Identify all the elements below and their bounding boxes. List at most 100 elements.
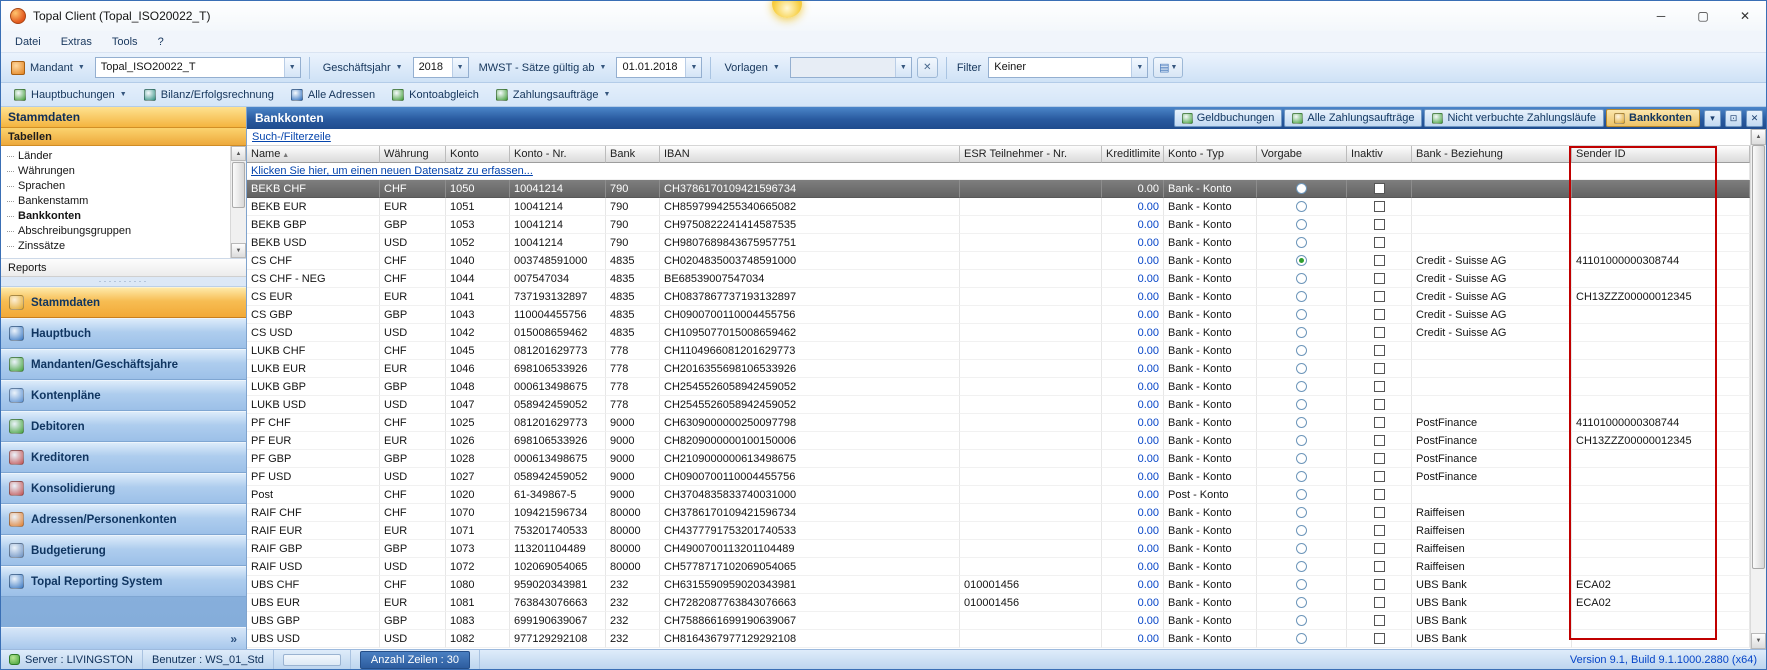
- nav-adressen-personenkonten[interactable]: Adressen/Personenkonten: [1, 504, 246, 535]
- filter-combobox[interactable]: Keiner ▼: [988, 57, 1149, 78]
- bank-account-row[interactable]: RAIF CHF CHF 1070 109421596734 80000 CH378617…: [247, 504, 1750, 522]
- bank-account-row[interactable]: BEKB CHF CHF 1050 10041214 790 CH378617010942…: [247, 180, 1750, 198]
- bank-account-row[interactable]: UBS GBP GBP 1083 699190639067 232 CH758866169…: [247, 612, 1750, 630]
- vorlagen-dropdown-button[interactable]: Vorlagen ▼: [719, 59, 784, 77]
- inactive-checkbox[interactable]: [1373, 218, 1385, 230]
- scroll-track[interactable]: [1751, 569, 1766, 633]
- bank-account-row[interactable]: BEKB EUR EUR 1051 10041214 790 CH859799425534…: [247, 198, 1750, 216]
- scroll-down-icon[interactable]: ▼: [1751, 633, 1766, 649]
- scroll-track[interactable]: [231, 209, 246, 243]
- mandant-dropdown-button[interactable]: Mandant ▼: [6, 58, 90, 78]
- default-radio[interactable]: [1296, 632, 1307, 644]
- tab-nicht-verbuchte-zahlungslaeufe[interactable]: Nicht verbuchte Zahlungsläufe: [1424, 109, 1605, 127]
- bank-account-row[interactable]: PF GBP GBP 1028 000613498675 9000 CH210900000…: [247, 450, 1750, 468]
- default-radio[interactable]: [1296, 290, 1307, 302]
- tab-geldbuchungen[interactable]: Geldbuchungen: [1173, 109, 1283, 127]
- column-header-bank-beziehung[interactable]: Bank - Beziehung: [1412, 146, 1572, 163]
- bank-account-row[interactable]: PF USD USD 1027 058942459052 9000 CH090070011…: [247, 468, 1750, 486]
- quickbar-kontoabgleich[interactable]: Kontoabgleich: [385, 87, 486, 103]
- panel-close-button[interactable]: ✕: [1746, 109, 1763, 127]
- tree-item-bankenstamm[interactable]: Bankenstamm: [1, 194, 230, 209]
- bank-account-row[interactable]: PF EUR EUR 1026 698106533926 9000 CH820900000…: [247, 432, 1750, 450]
- column-header-esr-teilnehmer-nr[interactable]: ESR Teilnehmer - Nr.: [960, 146, 1102, 163]
- nav-konsolidierung[interactable]: Konsolidierung: [1, 473, 246, 504]
- tree-item-laender[interactable]: Länder: [1, 149, 230, 164]
- column-header-konto[interactable]: Konto: [446, 146, 510, 163]
- default-radio[interactable]: [1296, 416, 1307, 428]
- column-header-konto-nr[interactable]: Konto - Nr.: [510, 146, 606, 163]
- nav-topal-reporting-system[interactable]: Topal Reporting System: [1, 566, 246, 597]
- inactive-checkbox[interactable]: [1373, 506, 1385, 518]
- nav-debitoren[interactable]: Debitoren: [1, 411, 246, 442]
- inactive-checkbox[interactable]: [1373, 290, 1385, 302]
- geschaeftsjahr-combobox[interactable]: 2018 ▼: [412, 57, 469, 78]
- column-header-iban[interactable]: IBAN: [660, 146, 960, 163]
- default-radio[interactable]: [1296, 452, 1307, 464]
- inactive-checkbox[interactable]: [1373, 434, 1385, 446]
- inactive-checkbox[interactable]: [1373, 524, 1385, 536]
- close-button[interactable]: ✕: [1724, 1, 1766, 31]
- inactive-checkbox[interactable]: [1373, 254, 1385, 266]
- chevron-down-icon[interactable]: ▼: [1131, 58, 1148, 77]
- menu-item-help[interactable]: ?: [148, 33, 174, 51]
- default-radio[interactable]: [1296, 578, 1307, 590]
- inactive-checkbox[interactable]: [1373, 398, 1385, 410]
- inactive-checkbox[interactable]: [1373, 542, 1385, 554]
- bank-account-row[interactable]: LUKB USD USD 1047 058942459052 778 CH25455260…: [247, 396, 1750, 414]
- default-radio[interactable]: [1296, 308, 1307, 320]
- geschaeftsjahr-dropdown-button[interactable]: Geschäftsjahr ▼: [318, 59, 408, 77]
- menu-item-tools[interactable]: Tools: [102, 33, 148, 51]
- default-radio[interactable]: [1296, 380, 1307, 392]
- column-header-konto-typ[interactable]: Konto - Typ: [1164, 146, 1257, 163]
- column-header-waehrung[interactable]: Währung: [380, 146, 446, 163]
- nav-mandanten-geschaeftsjahre[interactable]: Mandanten/Geschäftsjahre: [1, 349, 246, 380]
- reports-section[interactable]: Reports: [1, 259, 246, 277]
- mwst-date-combobox[interactable]: 01.01.2018 ▼: [616, 57, 703, 78]
- tree-item-waehrungen[interactable]: Währungen: [1, 164, 230, 179]
- inactive-checkbox[interactable]: [1373, 578, 1385, 590]
- default-radio[interactable]: [1296, 362, 1307, 374]
- quickbar-alle-adressen[interactable]: Alle Adressen: [284, 87, 382, 103]
- bank-account-row[interactable]: LUKB EUR EUR 1046 698106533926 778 CH20163556…: [247, 360, 1750, 378]
- default-radio[interactable]: [1296, 254, 1307, 266]
- default-radio[interactable]: [1296, 488, 1307, 500]
- scroll-up-icon[interactable]: ▲: [231, 146, 246, 161]
- bank-account-row[interactable]: CS CHF - NEG CHF 1044 007547034 4835 BE685390…: [247, 270, 1750, 288]
- inactive-checkbox[interactable]: [1373, 632, 1385, 644]
- minimize-button[interactable]: ─: [1640, 1, 1682, 31]
- column-header-inaktiv[interactable]: Inaktiv: [1347, 146, 1412, 163]
- bank-account-row[interactable]: RAIF GBP GBP 1073 113201104489 80000 CH490070…: [247, 540, 1750, 558]
- default-radio[interactable]: [1296, 614, 1307, 626]
- inactive-checkbox[interactable]: [1373, 344, 1385, 356]
- nav-stammdaten[interactable]: Stammdaten: [1, 287, 246, 318]
- nav-kreditoren[interactable]: Kreditoren: [1, 442, 246, 473]
- default-radio[interactable]: [1296, 524, 1307, 536]
- mandant-combobox[interactable]: Topal_ISO20022_T ▼: [94, 57, 301, 78]
- tables-section-header[interactable]: Tabellen: [1, 128, 246, 146]
- inactive-checkbox[interactable]: [1373, 362, 1385, 374]
- vorlagen-combobox[interactable]: ▼: [789, 57, 912, 78]
- bank-account-row[interactable]: CS GBP GBP 1043 110004455756 4835 CH090070011…: [247, 306, 1750, 324]
- inactive-checkbox[interactable]: [1373, 470, 1385, 482]
- inactive-checkbox[interactable]: [1373, 596, 1385, 608]
- inactive-checkbox[interactable]: [1373, 182, 1385, 194]
- bank-account-row[interactable]: LUKB GBP GBP 1048 000613498675 778 CH25455260…: [247, 378, 1750, 396]
- quickbar-bilanz-erfolgsrechnung[interactable]: Bilanz/Erfolgsrechnung: [137, 87, 281, 103]
- quickbar-hauptbuchungen[interactable]: Hauptbuchungen ▼: [7, 87, 134, 103]
- default-radio[interactable]: [1296, 344, 1307, 356]
- scroll-down-icon[interactable]: ▼: [231, 243, 246, 258]
- bank-account-row[interactable]: BEKB USD USD 1052 10041214 790 CH980768984367…: [247, 234, 1750, 252]
- bank-account-row[interactable]: PF CHF CHF 1025 081201629773 9000 CH630900000…: [247, 414, 1750, 432]
- bank-account-row[interactable]: BEKB GBP GBP 1053 10041214 790 CH975082224141…: [247, 216, 1750, 234]
- bank-account-row[interactable]: UBS USD USD 1082 977129292108 232 CH816436797…: [247, 630, 1750, 648]
- chevron-down-icon[interactable]: ▼: [283, 58, 300, 77]
- bank-account-row[interactable]: RAIF EUR EUR 1071 753201740533 80000 CH437779…: [247, 522, 1750, 540]
- splitter-grip[interactable]: ··········: [1, 277, 246, 287]
- column-header-sender-id[interactable]: Sender ID: [1572, 146, 1750, 163]
- inactive-checkbox[interactable]: [1373, 560, 1385, 572]
- bank-account-row[interactable]: RAIF USD USD 1072 102069054065 80000 CH577871…: [247, 558, 1750, 576]
- default-radio[interactable]: [1296, 434, 1307, 446]
- search-filter-link[interactable]: Such-/Filterzeile: [252, 131, 331, 143]
- inactive-checkbox[interactable]: [1373, 200, 1385, 212]
- tree-item-zinssaetze[interactable]: Zinssätze: [1, 239, 230, 254]
